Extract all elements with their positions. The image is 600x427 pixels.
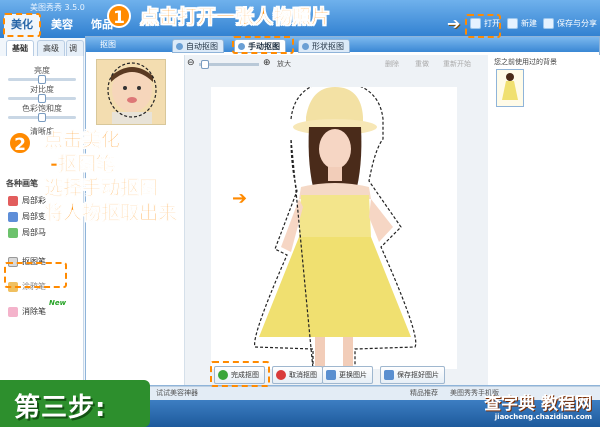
new-button[interactable]: 新建 [507,14,537,34]
highlight-open-button [465,14,501,38]
tab-label: 自动抠图 [186,42,218,51]
watermark: 查字典 教程网 jiaocheng.chazidian.com [484,395,592,422]
step2-line-4: 将人物抠取出来 [44,202,178,225]
dialog-title: 抠图 [100,40,116,49]
subtab-basic[interactable]: 基础 [6,40,34,56]
zoom-slider[interactable] [199,60,259,69]
tab-auto-cutout[interactable]: 自动抠图 [172,39,224,53]
subtab-color[interactable]: 调色 [66,40,84,56]
arrow-right-icon: ➔ [447,14,461,33]
eraser-icon [8,307,18,317]
background-history-panel: 您之前使用过的背景 [490,55,600,385]
tool-local-mosaic[interactable]: 局部马 [8,227,46,239]
brush-icon [8,212,18,222]
step2-line-1: 点击美化 [44,129,121,152]
delete-button[interactable]: 删除 [385,59,399,69]
zoom-in-icon[interactable]: ⊕ [263,58,271,68]
slider-saturation[interactable] [8,113,76,122]
zoom-knob[interactable] [201,60,209,69]
tab-label: 形状抠图 [312,42,344,51]
button-label: 取消抠图 [289,371,317,379]
photo-canvas[interactable] [211,80,457,370]
restart-button[interactable]: 重新开始 [443,59,471,69]
app-window: 美图秀秀 3.5.0 美化 美容 饰品 打开 新建 保存与分享 基础 高级 调色… [0,0,600,427]
watermark-url: jiaocheng.chazidian.com [494,413,592,421]
step3-text: 第三步: [14,393,107,423]
new-label: 新建 [521,19,537,28]
save-icon [384,370,394,380]
new-file-icon [507,18,518,29]
save-share-button[interactable]: 保存与分享 [543,14,597,34]
save-label: 保存与分享 [557,19,597,28]
highlight-finish-button [210,361,270,387]
history-title: 您之前使用过的背景 [494,58,557,66]
slider-knob[interactable] [38,113,46,122]
tool-label: 局部彩 [22,196,46,205]
slider-knob[interactable] [38,94,46,103]
step1-number: 1 [107,4,131,28]
tool-label: 局部马 [22,228,46,237]
auto-cutout-icon [176,43,183,50]
window-title: 美图秀秀 3.5.0 [30,3,85,12]
cancel-icon [276,370,286,380]
slider-contrast[interactable] [8,94,76,103]
button-label: 保存抠好图片 [397,371,439,379]
step2-line-2: -抠图笔 [50,153,115,176]
step1-instruction: 点击打开一张人物照片 [140,6,331,29]
cancel-cutout-button[interactable]: 取消抠图 [272,366,323,384]
woman-photo [254,80,417,370]
zoom-label: 放大 [277,60,291,68]
change-image-button[interactable]: 更换图片 [322,366,373,384]
recommend-link[interactable]: 精品推荐 [410,387,438,400]
new-badge: New [49,299,67,307]
tool-local-color[interactable]: 局部彩 [8,195,46,207]
step2-number: 2 [8,131,32,155]
brush-icon [8,196,18,206]
redo-button[interactable]: 重做 [415,59,429,69]
background-thumbnail[interactable] [496,69,524,107]
tab-shape-cutout[interactable]: 形状抠图 [298,39,350,53]
step2-line-3: 选择手动抠图 [44,177,159,200]
tab-makeup[interactable]: 美容 [44,14,80,38]
image-icon [326,370,336,380]
watermark-main: 查字典 教程网 [484,394,592,414]
tool-eraser[interactable]: 消除笔 New [8,299,66,318]
brush-section-title: 各种画笔 [6,179,38,188]
slider-brightness[interactable] [8,75,76,84]
highlight-beautify-tab [3,13,41,37]
tool-local-change[interactable]: 局部变 [8,211,46,223]
tool-label: 局部变 [22,212,46,221]
portrait-thumbnail [96,59,166,125]
highlight-cutout-brush [4,262,67,288]
zoom-out-icon[interactable]: ⊖ [187,58,195,68]
subtab-advanced[interactable]: 高级 [37,40,65,56]
status-tip[interactable]: 试试美容神器 [156,387,198,400]
mosaic-icon [8,228,18,238]
highlight-manual-cutout-tab [232,36,294,54]
arrow-right-icon: ➔ [232,188,248,209]
save-icon [543,18,554,29]
step3-label: 第三步: [0,380,150,427]
shape-cutout-icon [302,43,309,50]
save-cutout-button[interactable]: 保存抠好图片 [380,366,445,384]
canvas-area: ⊖ ⊕ 放大 删除 重做 重新开始 [184,55,488,385]
slider-knob[interactable] [38,75,46,84]
tool-label: 消除笔 [22,307,46,316]
button-label: 更换图片 [339,371,367,379]
